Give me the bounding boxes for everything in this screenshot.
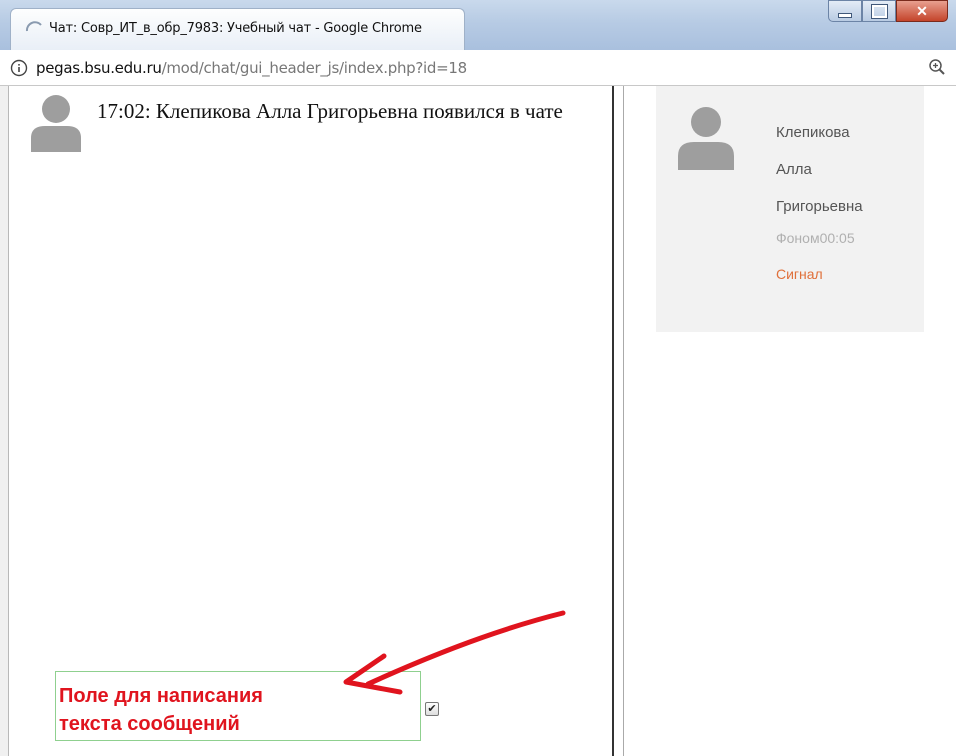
window-controls: ✕	[828, 0, 948, 22]
input-hint-annotation: Поле для написания текста сообщений	[59, 682, 263, 738]
user-list-item: Клепикова Алла Григорьевна Фоном00:05 Си…	[656, 86, 924, 332]
chat-window: 17:02: Клепикова Алла Григорьевна появил…	[8, 86, 956, 756]
maximize-button[interactable]	[862, 0, 896, 22]
pane-divider[interactable]	[612, 86, 624, 756]
address-bar[interactable]: pegas.bsu.edu.ru/mod/chat/gui_header_js/…	[0, 50, 956, 86]
maximize-icon	[870, 3, 888, 19]
user-avatar-icon	[31, 95, 81, 152]
close-button[interactable]: ✕	[896, 0, 948, 22]
minimize-icon	[838, 12, 852, 18]
hint-line-2: текста сообщений	[59, 713, 240, 735]
user-name-line-1: Клепикова	[776, 124, 850, 141]
minimize-button[interactable]	[828, 0, 862, 22]
url-path: /mod/chat/gui_header_js/index.php?id=18	[161, 59, 468, 77]
autoscroll-checkbox[interactable]: ✔	[425, 702, 439, 716]
user-name: Клепикова Алла Григорьевна	[776, 114, 863, 225]
zoom-in-icon[interactable]	[928, 58, 946, 76]
info-icon	[10, 59, 28, 77]
window-titlebar: Чат: Совр_ИТ_в_обр_7983: Учебный чат - G…	[0, 0, 956, 50]
loading-icon	[25, 21, 42, 32]
url-host: pegas.bsu.edu.ru	[36, 59, 162, 77]
users-pane: Клепикова Алла Григорьевна Фоном00:05 Си…	[624, 86, 956, 756]
beep-link[interactable]: Сигнал	[776, 266, 823, 282]
user-name-line-3: Григорьевна	[776, 198, 863, 215]
url-text[interactable]: pegas.bsu.edu.ru/mod/chat/gui_header_js/…	[36, 59, 467, 77]
tab-title: Чат: Совр_ИТ_в_обр_7983: Учебный чат - G…	[49, 21, 422, 36]
messages-pane[interactable]: 17:02: Клепикова Алла Григорьевна появил…	[8, 86, 612, 756]
user-idle-time: Фоном00:05	[776, 230, 855, 246]
hint-line-1: Поле для написания	[59, 685, 263, 707]
user-name-line-2: Алла	[776, 161, 812, 178]
browser-tab[interactable]: Чат: Совр_ИТ_в_обр_7983: Учебный чат - G…	[10, 8, 465, 50]
close-icon: ✕	[916, 2, 928, 19]
user-avatar-icon	[678, 107, 734, 170]
chat-message: 17:02: Клепикова Алла Григорьевна появил…	[97, 99, 563, 123]
